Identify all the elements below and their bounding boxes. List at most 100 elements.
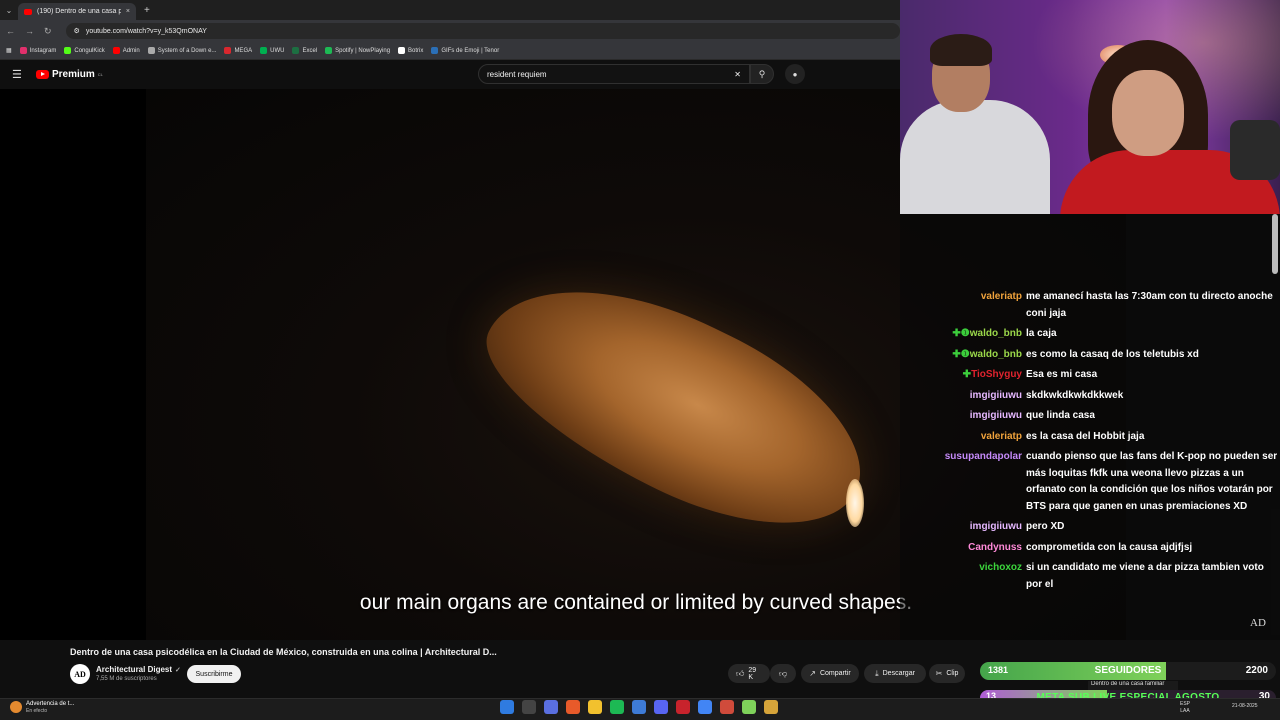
bookmark-item[interactable]: Admin <box>112 47 140 54</box>
spotify-icon[interactable] <box>610 700 624 714</box>
youtube-premium-logo[interactable]: Premium CL <box>36 69 103 80</box>
chat-username-text: TioShyguy <box>971 369 1022 380</box>
logo-region: CL <box>97 72 103 77</box>
search-query: resident requiem <box>487 69 547 79</box>
discord-icon[interactable] <box>654 700 668 714</box>
bookmark-label: UWU <box>270 47 285 54</box>
browser-tab[interactable]: (190) Dentro de una casa p × <box>18 3 136 20</box>
bookmark-icon <box>431 47 439 54</box>
app-icon[interactable] <box>720 700 734 714</box>
chat-username[interactable]: imgigiiuwu <box>892 519 1022 535</box>
bookmark-item[interactable]: Botrix <box>398 47 423 54</box>
bookmark-icon <box>224 47 232 54</box>
ad-watermark: AD <box>1250 617 1266 629</box>
tab-search-icon[interactable]: ⌄ <box>0 6 18 15</box>
bookmark-icon <box>398 47 406 54</box>
bookmark-label: Instagram <box>29 47 57 54</box>
chat-username[interactable]: ✚❶waldo_bnb <box>892 326 1022 342</box>
bookmark-item[interactable]: CongulKick <box>64 47 105 54</box>
chat-username[interactable]: valeriatp <box>892 289 1022 305</box>
chat-username-text: imgigiiuwu <box>969 410 1022 421</box>
bookmark-item[interactable]: GIFs de Emoji | Tenor <box>431 47 499 54</box>
like-button[interactable]: 👍︎ 29 K <box>728 664 770 683</box>
download-label: Descargar <box>882 670 915 677</box>
url-field[interactable]: ⚙ youtube.com/watch?v=y_k53QmONAY <box>65 23 900 39</box>
new-tab-icon[interactable]: + <box>144 5 150 16</box>
copilot-icon[interactable] <box>544 700 558 714</box>
chat-message: es la casa del Hobbit jaja <box>1026 430 1145 442</box>
search-input[interactable]: resident requiem ✕ <box>478 64 750 84</box>
thumbs-down-icon: 👎︎ <box>778 668 788 678</box>
reload-icon[interactable]: ↻ <box>44 26 52 37</box>
chat-message: cuando pienso que las fans del K-pop no … <box>1026 451 1278 462</box>
chat-username[interactable]: valeriatp <box>892 429 1022 445</box>
voice-search-button[interactable]: ● <box>785 64 805 84</box>
chat-username[interactable]: ✚TioShyguy <box>892 367 1022 383</box>
search-icon: ⚲ <box>758 68 766 79</box>
app-icon[interactable] <box>764 700 778 714</box>
search-taskbar-icon[interactable] <box>522 700 536 714</box>
clear-search-icon[interactable]: ✕ <box>734 70 741 79</box>
chat-username[interactable]: imgigiiuwu <box>892 408 1022 424</box>
bookmark-item[interactable]: Excel <box>292 47 317 54</box>
chat-username-text: waldo_bnb <box>969 328 1022 339</box>
chat-username[interactable]: ✚❶waldo_bnb <box>892 347 1022 363</box>
apps-icon[interactable]: ▦ <box>6 47 12 54</box>
bookmark-item[interactable]: Spotify | NowPlaying <box>325 47 390 54</box>
tab-title: (190) Dentro de una casa p <box>37 8 121 15</box>
chat-username-text: vichoxoz <box>979 562 1022 573</box>
weather-warning-icon <box>10 701 22 713</box>
subscribe-button[interactable]: Suscribirme <box>187 665 241 683</box>
bookmark-label: MEGA <box>234 47 253 54</box>
bookmark-item[interactable]: Instagram <box>19 47 57 54</box>
language-top: ESP <box>1180 701 1191 707</box>
chat-username-text: Candynuss <box>968 541 1022 553</box>
channel-name-text: Architectural Digest <box>96 665 173 674</box>
file-explorer-icon[interactable] <box>588 700 602 714</box>
bookmark-icon <box>147 47 155 54</box>
site-info-icon[interactable]: ⚙ <box>74 27 80 35</box>
taskbar-clock[interactable]: 21-08-2025 <box>1232 703 1258 710</box>
share-label: Compartir <box>819 670 851 677</box>
chat-username[interactable]: susupandapolar <box>892 449 1022 465</box>
bookmark-item[interactable]: MEGA <box>224 47 252 54</box>
app-icon[interactable] <box>742 700 756 714</box>
chat-message: BTS para que ganen en unas premiaciones … <box>1026 500 1248 512</box>
thumbs-up-icon: 👍︎ <box>736 668 745 678</box>
weather-widget[interactable]: Advertencia de t... En efecto <box>10 700 74 714</box>
download-icon: ⤓ <box>875 668 879 678</box>
download-button[interactable]: ⤓ Descargar <box>864 664 926 683</box>
bookmark-icon <box>260 47 268 54</box>
bookmark-item[interactable]: System of a Down e... <box>147 47 216 54</box>
chat-username[interactable]: imgigiiuwu <box>892 388 1022 404</box>
start-icon[interactable] <box>500 700 514 714</box>
channel-name[interactable]: Architectural Digest ✓ <box>96 665 181 674</box>
youtube-logo-icon <box>36 70 49 79</box>
chrome-icon[interactable] <box>698 700 712 714</box>
search-button[interactable]: ⚲ <box>750 64 774 84</box>
forward-icon[interactable]: → <box>25 26 34 36</box>
bookmark-icon <box>19 47 27 54</box>
chat-username-text: susupandapolar <box>944 451 1022 462</box>
channel-avatar[interactable]: AD <box>70 664 90 684</box>
clip-button[interactable]: ✂ Clip <box>929 664 965 683</box>
chat-username[interactable]: vichoxoz <box>892 560 1022 576</box>
browser-app-icon[interactable] <box>566 700 580 714</box>
menu-icon[interactable]: ☰ <box>12 68 28 81</box>
app-icon[interactable] <box>632 700 646 714</box>
share-button[interactable]: ↗ Compartir <box>801 664 859 683</box>
chat-message: Esa es mi casa <box>1026 369 1098 380</box>
microphone-icon: ● <box>792 69 798 79</box>
language-bottom: LAA <box>1180 708 1190 714</box>
chat-message: orfanato con la condición que los niños … <box>1026 484 1273 495</box>
browser-tab-bar: ⌄ (190) Dentro de una casa p × + <box>0 0 900 20</box>
back-icon[interactable]: ← <box>6 26 15 36</box>
dislike-button[interactable]: 👎︎ <box>770 664 796 683</box>
language-indicator[interactable]: ESP LAA <box>1180 701 1190 715</box>
app-icon[interactable] <box>676 700 690 714</box>
chat-scrollbar[interactable] <box>1272 214 1278 274</box>
chat-username[interactable]: Candynuss <box>892 540 1022 556</box>
chat-message: por el <box>1026 578 1054 590</box>
tab-close-icon[interactable]: × <box>126 8 130 15</box>
bookmark-item[interactable]: UWU <box>260 47 284 54</box>
